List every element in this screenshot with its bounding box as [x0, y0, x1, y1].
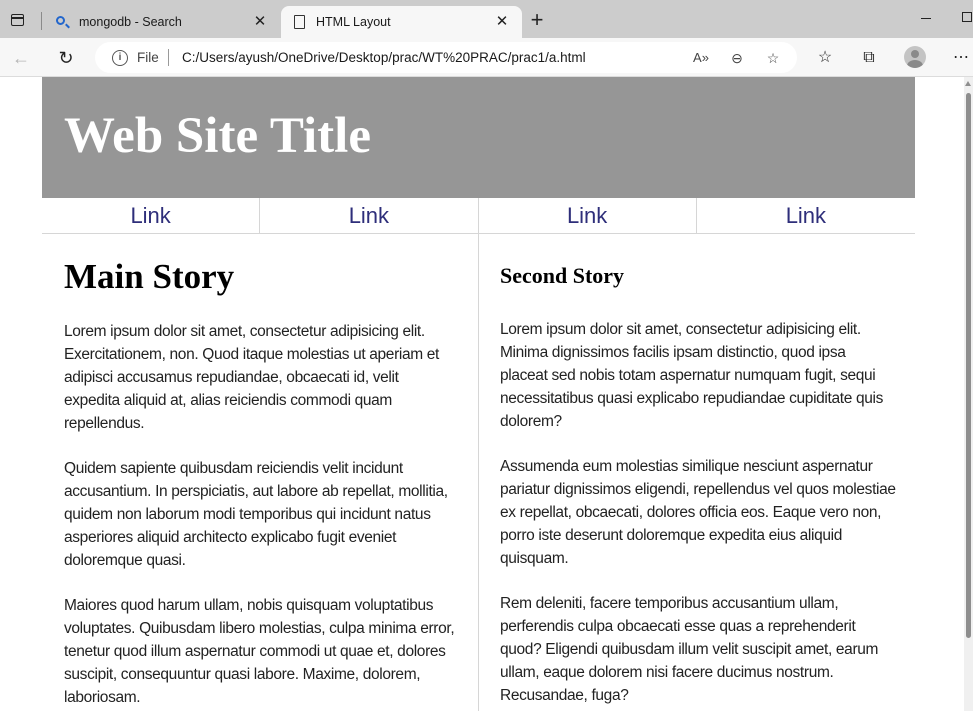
maximize-window-icon[interactable]	[962, 12, 972, 22]
tab-title: HTML Layout	[316, 15, 391, 29]
nav-link-1[interactable]: Link	[42, 198, 261, 233]
main-story-paragraph: Quidem sapiente quibusdam reiciendis vel…	[64, 460, 448, 569]
nav-link-3[interactable]: Link	[479, 198, 697, 233]
more-options-icon[interactable]: ⋯	[949, 46, 973, 70]
scroll-up-icon[interactable]	[965, 81, 971, 86]
search-icon	[54, 14, 70, 30]
new-tab-button[interactable]: +	[527, 9, 547, 31]
tab-actions-icon[interactable]	[8, 10, 28, 30]
page-scrollbar[interactable]	[964, 77, 973, 711]
second-story: Second Story Lorem ipsum dolor sit amet,…	[500, 234, 896, 707]
nav-link-2[interactable]: Link	[260, 198, 479, 233]
close-tab-icon[interactable]: ✕	[252, 14, 268, 30]
page-icon	[291, 14, 307, 30]
url-text[interactable]: C:/Users/ayush/OneDrive/Desktop/prac/WT%…	[182, 50, 586, 65]
add-favorite-icon[interactable]: ☆	[763, 48, 783, 68]
address-bar[interactable]: i File C:/Users/ayush/OneDrive/Desktop/p…	[95, 42, 797, 73]
main-story-paragraph: Lorem ipsum dolor sit amet, consectetur …	[64, 323, 439, 432]
profile-avatar[interactable]	[904, 46, 926, 68]
main-story-heading: Main Story	[64, 257, 235, 296]
second-story-paragraph: Rem deleniti, facere temporibus accusant…	[500, 595, 879, 704]
close-tab-icon[interactable]: ✕	[494, 14, 510, 30]
second-story-paragraph: Lorem ipsum dolor sit amet, consectetur …	[500, 321, 883, 430]
site-header: Web Site Title	[42, 77, 915, 198]
page-viewport: Web Site Title Link Link Link Link Main …	[0, 77, 964, 711]
site-nav: Link Link Link Link	[42, 198, 915, 234]
tab-title: mongodb - Search	[79, 15, 182, 29]
address-separator	[168, 49, 169, 66]
zoom-out-icon[interactable]: ⊖	[727, 48, 747, 68]
info-icon[interactable]: i	[112, 50, 128, 66]
tab-mongodb-search[interactable]: mongodb - Search ✕	[44, 6, 280, 38]
back-icon[interactable]: ←	[9, 46, 33, 70]
second-story-heading: Second Story	[500, 263, 625, 288]
browser-toolbar: ← ↻ i File C:/Users/ayush/OneDrive/Deskt…	[0, 38, 973, 77]
main-story: Main Story Lorem ipsum dolor sit amet, c…	[64, 234, 456, 709]
main-story-paragraph: Maiores quod harum ullam, nobis quisquam…	[64, 597, 455, 706]
tab-html-layout[interactable]: HTML Layout ✕	[281, 6, 522, 38]
scheme-label: File	[137, 50, 159, 65]
tab-separator	[41, 12, 42, 30]
nav-link-4[interactable]: Link	[697, 198, 915, 233]
second-story-paragraph: Assumenda eum molestias similique nesciu…	[500, 458, 896, 567]
favorites-icon[interactable]: ☆	[813, 46, 837, 70]
column-divider	[478, 234, 479, 711]
scroll-thumb[interactable]	[966, 93, 971, 638]
refresh-icon[interactable]: ↻	[54, 46, 78, 70]
site-title: Web Site Title	[64, 108, 371, 164]
collections-icon[interactable]: ⧉	[857, 46, 881, 70]
minimize-window-icon[interactable]	[921, 18, 931, 19]
tab-strip: mongodb - Search ✕ HTML Layout ✕ +	[0, 0, 973, 38]
read-aloud-icon[interactable]: A»	[691, 48, 711, 68]
